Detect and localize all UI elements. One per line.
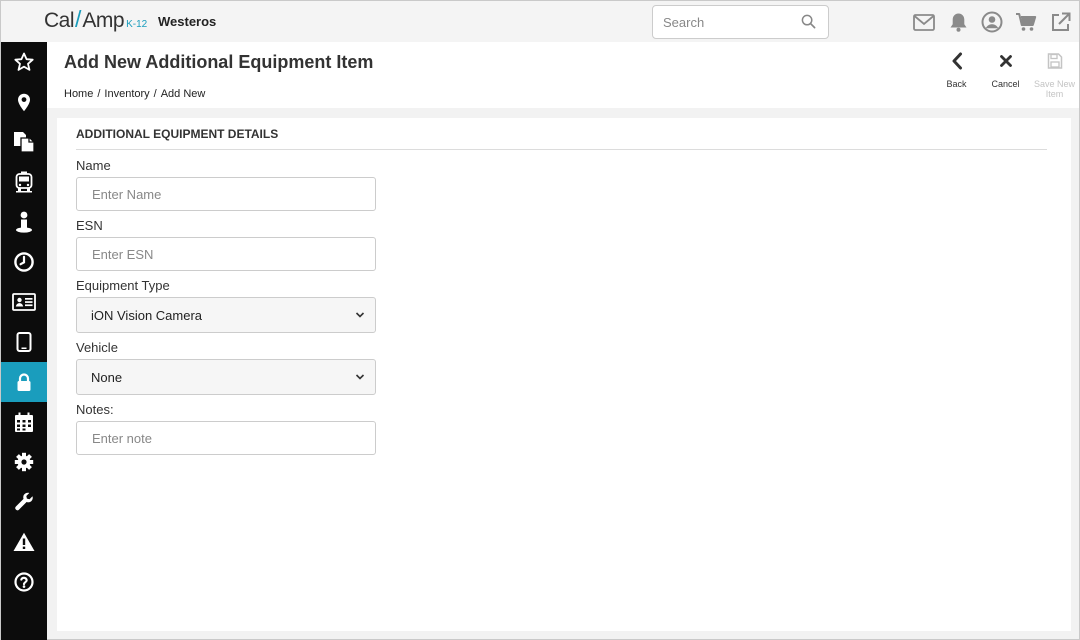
mail-icon[interactable]: [907, 10, 941, 34]
breadcrumb-separator: /: [153, 88, 157, 100]
chevron-down-icon: [355, 312, 365, 318]
section-divider: [76, 149, 1047, 150]
sidebar-item-contacts[interactable]: [1, 282, 47, 322]
location-pin-icon: [18, 93, 30, 111]
sidebar-item-alerts[interactable]: [1, 522, 47, 562]
equipment-type-select[interactable]: iON Vision Camera: [76, 297, 376, 333]
breadcrumb-home[interactable]: Home: [64, 88, 93, 100]
sidebar-item-favorites[interactable]: [1, 42, 47, 82]
breadcrumb: Home / Inventory / Add New: [64, 88, 205, 100]
form-panel: ADDITIONAL EQUIPMENT DETAILS Name ESN Eq…: [57, 118, 1071, 631]
bus-icon: [15, 171, 33, 193]
vehicle-label: Vehicle: [76, 340, 118, 355]
cancel-label: Cancel: [991, 79, 1020, 89]
organization-name: Westeros: [158, 14, 217, 29]
cancel-button[interactable]: Cancel: [981, 52, 1030, 99]
section-title: ADDITIONAL EQUIPMENT DETAILS: [76, 127, 279, 141]
sidebar-item-history[interactable]: [1, 242, 47, 282]
notes-field[interactable]: [76, 421, 376, 455]
search-icon[interactable]: [801, 14, 816, 34]
vehicle-value: None: [91, 369, 123, 385]
breadcrumb-inventory[interactable]: Inventory: [104, 88, 149, 100]
logo-text-left: Cal: [44, 9, 75, 32]
vehicle-select[interactable]: None: [76, 359, 376, 395]
logo-slash: /: [75, 6, 82, 32]
save-button[interactable]: Save New Item: [1030, 52, 1079, 99]
tablet-icon: [16, 332, 32, 352]
search-box: [652, 5, 829, 39]
equipment-type-label: Equipment Type: [76, 278, 170, 293]
breadcrumb-current: Add New: [160, 88, 206, 100]
chevron-down-icon: [355, 374, 365, 380]
id-card-icon: [12, 293, 36, 311]
sidebar-item-tools[interactable]: [1, 482, 47, 522]
back-button[interactable]: Back: [932, 52, 981, 99]
esn-field[interactable]: [76, 237, 376, 271]
calendar-icon: [15, 412, 33, 432]
wrench-icon: [15, 492, 33, 511]
user-icon[interactable]: [975, 10, 1009, 34]
top-bar: Cal / Amp K-12 Westeros: [1, 1, 1079, 42]
sidebar-item-devices[interactable]: [1, 322, 47, 362]
sidebar-item-calendar[interactable]: [1, 402, 47, 442]
logo-text-right: Amp: [82, 9, 125, 32]
star-icon: [14, 52, 34, 71]
logo-suffix: K-12: [126, 19, 148, 30]
external-link-icon[interactable]: [1043, 10, 1077, 34]
equipment-type-value: iON Vision Camera: [91, 307, 203, 323]
documents-icon: [14, 132, 35, 153]
bell-icon[interactable]: [941, 10, 975, 34]
back-label: Back: [946, 79, 967, 89]
breadcrumb-separator: /: [97, 88, 101, 100]
lock-icon: [17, 372, 31, 391]
sidebar-item-help[interactable]: [1, 562, 47, 602]
page-header: Add New Additional Equipment Item Home /…: [47, 42, 1079, 108]
sidebar-nav: [1, 42, 47, 640]
calamp-logo[interactable]: Cal / Amp K-12: [44, 6, 147, 36]
name-label: Name: [76, 158, 111, 173]
sidebar-item-documents[interactable]: [1, 122, 47, 162]
clock-icon: [14, 252, 34, 272]
sidebar-item-settings[interactable]: [1, 442, 47, 482]
sidebar-item-people[interactable]: [1, 202, 47, 242]
esn-label: ESN: [76, 218, 103, 233]
cart-icon[interactable]: [1009, 10, 1043, 34]
close-icon: [999, 55, 1012, 67]
warning-icon: [13, 532, 35, 551]
person-icon: [16, 211, 32, 233]
save-label-line1: Save New: [1033, 79, 1076, 89]
help-icon: [14, 572, 34, 592]
search-input[interactable]: [653, 6, 798, 38]
sidebar-item-map[interactable]: [1, 82, 47, 122]
page-title: Add New Additional Equipment Item: [64, 52, 374, 72]
notes-label: Notes:: [76, 402, 114, 417]
name-field[interactable]: [76, 177, 376, 211]
save-label-line2: Item: [1045, 89, 1064, 99]
sidebar-item-inventory[interactable]: [1, 362, 47, 402]
chevron-left-icon: [952, 52, 962, 70]
save-label: Save New Item: [1030, 79, 1079, 99]
sidebar-item-vehicles[interactable]: [1, 162, 47, 202]
save-icon: [1047, 53, 1062, 69]
gear-icon: [14, 452, 34, 472]
